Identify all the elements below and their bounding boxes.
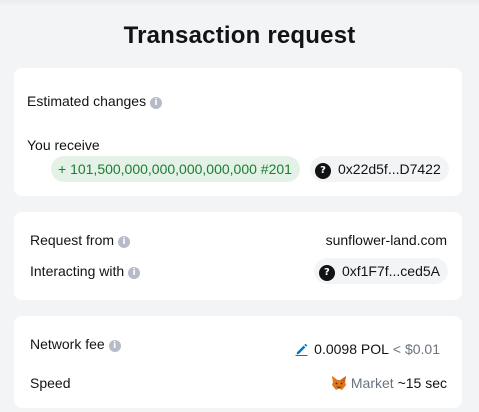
network-fee-value-group: 0.0098 POL < $0.01 [295,341,440,359]
question-icon: ? [315,163,331,179]
contract-address-pill[interactable]: ? 0x22d5f...D7422 [310,156,449,182]
speed-label: Speed [30,375,71,391]
network-fee-card: Network fee i 0.0098 POL < $0.01 Speed Mar… [14,316,462,408]
network-fee-fiat: < $0.01 [392,341,440,357]
network-fee-row-label: Network fee i [30,336,121,352]
estimated-changes-label: Estimated changes [27,93,147,109]
estimated-changes-heading: Estimated changes i [27,93,163,109]
question-icon: ? [318,265,335,281]
interacting-address-text: 0xf1F7f...ced5A [341,263,440,279]
fox-icon [331,375,347,394]
request-from-row-label: Request from i [30,232,131,248]
info-icon[interactable]: i [150,97,163,109]
interacting-with-row-label: Interacting with i [30,263,141,279]
interacting-address-pill[interactable]: ? 0xf1F7f...ced5A [313,258,448,284]
request-details-card: Request from i sunflower-land.com Interac… [14,212,462,300]
info-icon[interactable]: i [108,340,121,352]
network-fee-value: 0.0098 POL [314,341,389,357]
top-divider [0,0,479,6]
contract-address-text: 0x22d5f...D7422 [338,161,441,177]
estimated-changes-card: Estimated changes i You receive + 101,500… [14,68,462,196]
pencil-icon[interactable] [295,343,308,359]
speed-value-group[interactable]: Market ~15 sec [331,375,447,394]
request-from-label: Request from [30,232,115,248]
receive-amount-pill[interactable]: + 101,500,000,000,000,000,000 #201 [51,156,300,182]
page-title: Transaction request [123,22,356,49]
network-fee-label: Network fee [30,336,105,352]
speed-time: ~15 sec [397,375,447,391]
interacting-with-label: Interacting with [30,263,125,279]
info-icon[interactable]: i [118,236,131,248]
request-from-value: sunflower-land.com [325,232,447,248]
speed-value: Market [350,375,394,391]
you-receive-label: You receive [27,137,100,153]
info-icon[interactable]: i [128,267,141,279]
